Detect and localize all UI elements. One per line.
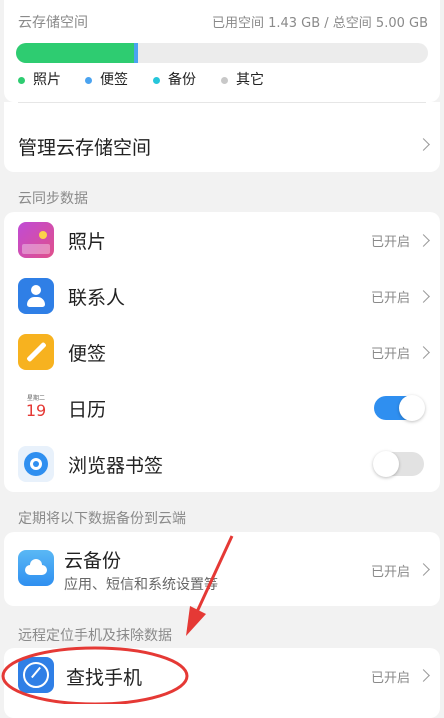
sync-item-label: 联系人 bbox=[68, 287, 126, 309]
sync-item-status: 已开启 bbox=[370, 347, 410, 362]
compass-icon bbox=[18, 657, 54, 693]
chevron-right-icon bbox=[417, 290, 430, 303]
legend-dot bbox=[18, 76, 25, 84]
sync-item-label: 照片 bbox=[68, 231, 107, 253]
legend-dot bbox=[153, 76, 160, 84]
locate-section-title: 远程定位手机及抹除数据 bbox=[18, 628, 172, 644]
manage-card[interactable]: 管理云存储空间 bbox=[4, 102, 440, 172]
sync-item-label: 浏览器书签 bbox=[68, 455, 164, 477]
chevron-right-icon bbox=[417, 234, 430, 247]
manage-storage-label: 管理云存储空间 bbox=[18, 137, 152, 159]
sync-item-label: 日历 bbox=[68, 399, 107, 421]
toggle-knob bbox=[399, 395, 425, 421]
chevron-right-icon bbox=[417, 138, 430, 151]
find-phone-title: 查找手机 bbox=[66, 667, 143, 689]
chevron-right-icon bbox=[417, 346, 430, 359]
storage-card: 云存储空间 已用空间 1.43 GB / 总空间 5.00 GB 照片 便签 备… bbox=[4, 0, 440, 102]
sync-item-label: 便签 bbox=[68, 343, 107, 365]
calendar-toggle[interactable] bbox=[374, 395, 425, 421]
backup-card[interactable]: 云备份 应用、短信和系统设置等 已开启 bbox=[4, 532, 440, 606]
legend-notes: 便签 bbox=[85, 69, 128, 89]
sync-item-status: 已开启 bbox=[370, 235, 410, 250]
notes-icon bbox=[18, 334, 54, 370]
legend-backup: 备份 bbox=[153, 69, 196, 89]
chevron-right-icon bbox=[417, 669, 430, 682]
browser-bookmarks-toggle[interactable] bbox=[373, 451, 424, 477]
find-phone-card[interactable]: 查找手机 已开启 bbox=[4, 648, 440, 718]
storage-progress-fill bbox=[16, 43, 138, 63]
sync-item-browser: 浏览器书签 bbox=[4, 436, 440, 492]
storage-title: 云存储空间 bbox=[18, 15, 88, 31]
legend-other: 其它 bbox=[221, 69, 264, 89]
sync-item-status: 已开启 bbox=[370, 291, 410, 306]
annotation-arrow-head bbox=[186, 606, 206, 636]
sync-card: 照片 已开启 联系人 已开启 便签 已开启 星期二 19 日历 浏览器书签 bbox=[4, 212, 440, 492]
contacts-icon bbox=[18, 278, 54, 314]
divider bbox=[18, 102, 426, 103]
backup-section-title: 定期将以下数据备份到云端 bbox=[18, 511, 186, 527]
backup-title: 云备份 bbox=[64, 550, 122, 572]
sync-item-notes[interactable]: 便签 已开启 bbox=[4, 324, 440, 380]
find-phone-status: 已开启 bbox=[370, 671, 410, 686]
sync-item-photos[interactable]: 照片 已开启 bbox=[4, 212, 440, 268]
sync-item-calendar: 星期二 19 日历 bbox=[4, 380, 440, 436]
toggle-knob bbox=[373, 451, 399, 477]
photos-icon bbox=[18, 222, 54, 258]
legend-photos: 照片 bbox=[18, 69, 61, 89]
sync-section-title: 云同步数据 bbox=[18, 191, 88, 207]
storage-progress-bar bbox=[16, 43, 428, 63]
storage-usage-text: 已用空间 1.43 GB / 总空间 5.00 GB bbox=[211, 16, 428, 31]
calendar-icon: 星期二 19 bbox=[18, 390, 54, 426]
backup-status: 已开启 bbox=[370, 565, 410, 580]
chevron-right-icon bbox=[417, 563, 430, 576]
backup-subtitle: 应用、短信和系统设置等 bbox=[64, 577, 218, 593]
legend-dot bbox=[85, 76, 92, 84]
sync-item-contacts[interactable]: 联系人 已开启 bbox=[4, 268, 440, 324]
cloud-icon bbox=[18, 550, 54, 586]
legend-dot bbox=[221, 76, 228, 84]
browser-icon bbox=[18, 446, 54, 482]
